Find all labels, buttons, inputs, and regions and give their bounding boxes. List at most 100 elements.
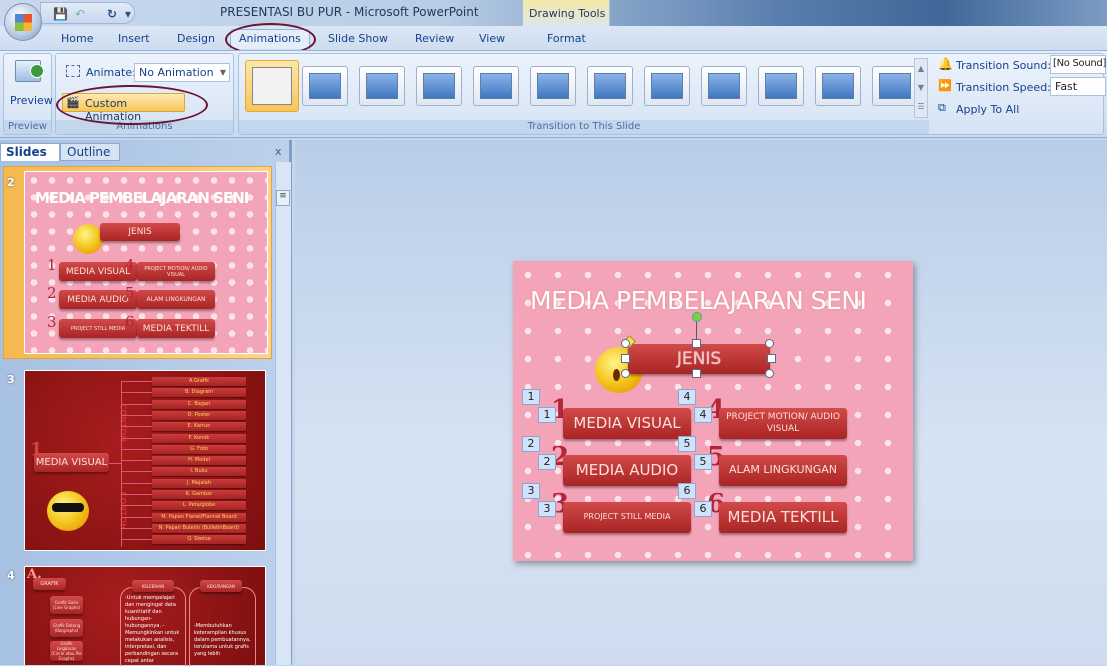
transition-speed-dropdown[interactable]: Fast bbox=[1050, 77, 1106, 96]
resize-handle[interactable] bbox=[692, 369, 701, 378]
transition-sound-dropdown[interactable]: [No Sound] bbox=[1050, 55, 1106, 74]
transition-option[interactable] bbox=[416, 66, 462, 106]
current-slide[interactable]: MEDIA PEMBELAJARAN SENI JENIS 1 MEDIA VIS… bbox=[513, 261, 913, 561]
slide-item-box[interactable]: MEDIA AUDIO bbox=[563, 455, 691, 486]
customize-qat-icon[interactable]: ▾ bbox=[125, 7, 131, 21]
apply-to-all-button[interactable]: Apply To All bbox=[956, 103, 1019, 116]
tree-line bbox=[121, 382, 122, 547]
tree-line bbox=[109, 463, 121, 464]
window-title: PRESENTASI BU PUR - Microsoft PowerPoint bbox=[220, 5, 479, 19]
list-item: I. Buku bbox=[152, 467, 246, 477]
animation-tag[interactable]: 3 bbox=[522, 483, 540, 499]
transition-preview-icon bbox=[252, 67, 292, 105]
preview-button[interactable]: Preview bbox=[4, 54, 53, 114]
tab-insert[interactable]: Insert bbox=[118, 32, 150, 45]
preview-icon bbox=[15, 60, 44, 82]
animation-tag[interactable]: 2 bbox=[522, 436, 540, 452]
slide-thumbnail-3[interactable]: 1 MEDIA VISUAL CONTOH CONTOH A.Grafik B. … bbox=[24, 370, 266, 551]
tab-review[interactable]: Review bbox=[415, 32, 454, 45]
item-number: 3 bbox=[47, 313, 57, 331]
animation-tag[interactable]: 6 bbox=[678, 483, 696, 499]
tab-view[interactable]: View bbox=[479, 32, 505, 45]
transition-option[interactable] bbox=[644, 66, 690, 106]
resize-handle[interactable] bbox=[621, 339, 630, 348]
transition-preview-icon bbox=[879, 73, 911, 99]
resize-handle[interactable] bbox=[767, 354, 776, 363]
item-number: 6 bbox=[125, 313, 135, 331]
slide-item-box[interactable]: PROJECT STILL MEDIA bbox=[563, 502, 691, 533]
transition-option[interactable] bbox=[701, 66, 747, 106]
list-item: E. Kartun bbox=[152, 422, 246, 432]
resize-handle[interactable] bbox=[765, 339, 774, 348]
slide-title: MEDIA PEMBELAJARAN SENI bbox=[530, 286, 867, 315]
transition-preview-icon bbox=[708, 73, 740, 99]
tab-home[interactable]: Home bbox=[61, 32, 93, 45]
kekurangan-label: KEKURANGAN bbox=[200, 580, 242, 592]
resize-handle[interactable] bbox=[692, 339, 701, 348]
undo-icon[interactable]: ↶ bbox=[75, 7, 85, 21]
office-button[interactable] bbox=[4, 3, 42, 41]
slides-scrollbar[interactable] bbox=[275, 162, 291, 665]
tab-slides[interactable]: Slides bbox=[0, 143, 60, 161]
transition-option[interactable] bbox=[758, 66, 804, 106]
transition-option[interactable] bbox=[359, 66, 405, 106]
animation-tag[interactable]: 1 bbox=[538, 407, 556, 423]
animation-tag[interactable]: 5 bbox=[678, 436, 696, 452]
list-item: C. Bagan bbox=[152, 399, 246, 409]
transition-option[interactable] bbox=[530, 66, 576, 106]
gallery-scroll[interactable]: ▲ ▼ ☰ bbox=[914, 58, 928, 118]
redo-icon[interactable]: ↻ bbox=[107, 7, 117, 21]
office-logo-icon bbox=[15, 14, 32, 31]
quick-access-toolbar: 💾 ↶ ↻ ▾ bbox=[40, 2, 135, 24]
tab-design[interactable]: Design bbox=[177, 32, 215, 45]
list-item: K. Gambar bbox=[152, 490, 246, 499]
list-item: N. Papan Buletin (BulletinBoard) bbox=[152, 523, 246, 533]
item-number: 2 bbox=[47, 284, 57, 302]
resize-handle[interactable] bbox=[765, 369, 774, 378]
tree-line bbox=[121, 527, 152, 529]
list-item: L. Peta/globe bbox=[152, 501, 246, 511]
transition-option[interactable] bbox=[473, 66, 519, 106]
apply-to-all-icon: ⧉ bbox=[938, 101, 946, 114]
slide-thumbnail-2[interactable]: MEDIA PEMBELAJARAN SENI JENIS 1 MEDIA VIS… bbox=[24, 171, 268, 354]
emoji-sunglasses-icon bbox=[47, 491, 89, 531]
resize-handle[interactable] bbox=[621, 354, 630, 363]
tree-line bbox=[121, 482, 152, 484]
transition-preview-icon bbox=[480, 73, 512, 99]
slide-item-box[interactable]: PROJECT MOTION/ AUDIO VISUAL bbox=[719, 408, 847, 439]
transition-option[interactable] bbox=[872, 66, 918, 106]
scrollbar-thumb[interactable]: ≡ bbox=[276, 190, 290, 206]
slide-item-box[interactable]: ALAM LINGKUNGAN bbox=[719, 455, 847, 486]
animate-dropdown[interactable]: No Animation ▼ bbox=[134, 63, 230, 82]
transition-option[interactable] bbox=[587, 66, 633, 106]
transition-sound-icon: 🔔 bbox=[938, 57, 953, 71]
slide-thumbnail-4[interactable]: A. GRAFIK Grafik Garis (Line Graphs) Gra… bbox=[24, 566, 266, 666]
tab-slide-show[interactable]: Slide Show bbox=[328, 32, 388, 45]
transition-option[interactable] bbox=[815, 66, 861, 106]
animation-tag[interactable]: 3 bbox=[538, 501, 556, 517]
item-number: 4 bbox=[125, 256, 135, 274]
item-number: 5 bbox=[125, 284, 135, 302]
animation-tag[interactable]: 4 bbox=[678, 389, 696, 405]
save-icon[interactable]: 💾 bbox=[53, 7, 68, 21]
close-pane-icon[interactable]: x bbox=[275, 145, 282, 158]
animation-tag[interactable]: 2 bbox=[538, 454, 556, 470]
animation-tag[interactable]: 6 bbox=[694, 501, 712, 517]
transition-option[interactable] bbox=[245, 60, 299, 112]
tree-line bbox=[121, 426, 152, 428]
tree-line bbox=[121, 471, 152, 473]
animation-tag[interactable]: 5 bbox=[694, 454, 712, 470]
transition-option[interactable] bbox=[302, 66, 348, 106]
slide-item-box[interactable]: MEDIA TEKTILL bbox=[719, 502, 847, 533]
tab-format[interactable]: Format bbox=[547, 32, 586, 45]
resize-handle[interactable] bbox=[621, 369, 630, 378]
rotation-handle[interactable] bbox=[692, 312, 702, 322]
tab-outline[interactable]: Outline bbox=[60, 143, 120, 161]
jenis-box: JENIS bbox=[100, 223, 180, 241]
animation-tag[interactable]: 4 bbox=[694, 407, 712, 423]
list-item: J. Majalah bbox=[152, 478, 246, 488]
slide-item-box[interactable]: MEDIA VISUAL bbox=[563, 408, 691, 439]
media-visual-box: MEDIA VISUAL bbox=[34, 453, 109, 472]
preview-label: Preview bbox=[10, 94, 53, 107]
animation-tag[interactable]: 1 bbox=[522, 389, 540, 405]
